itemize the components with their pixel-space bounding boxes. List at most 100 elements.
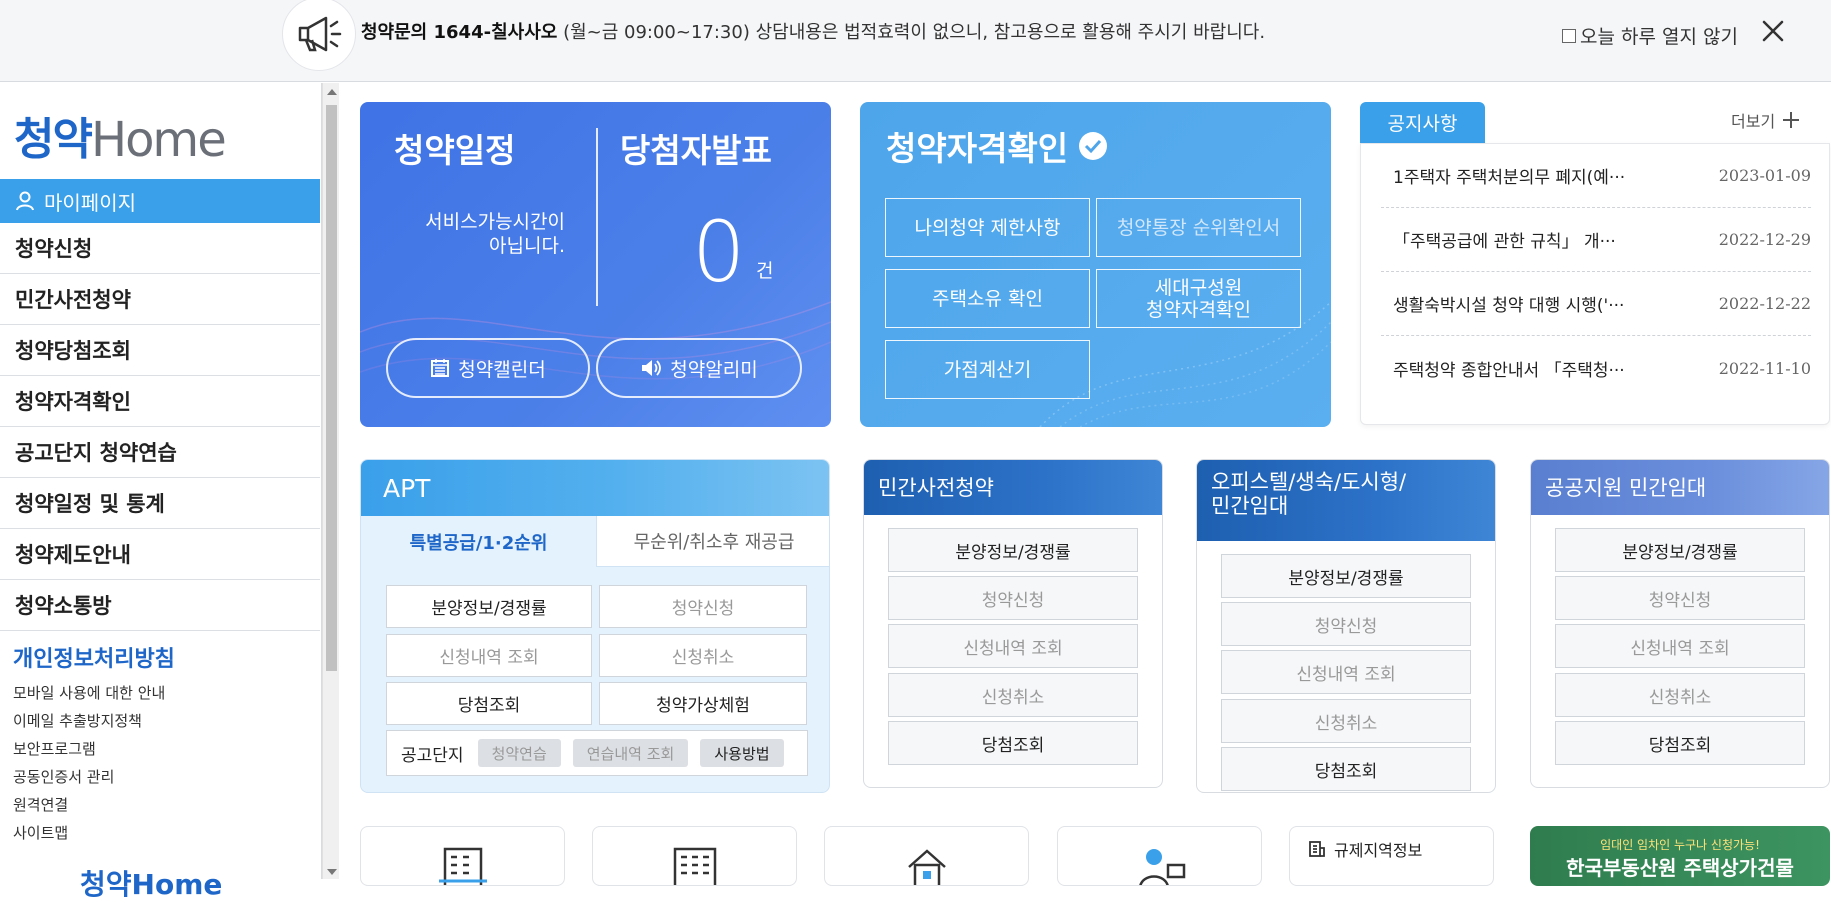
quick-tile-1[interactable] — [360, 826, 565, 886]
practice-history-button[interactable]: 연습내역 조회 — [572, 739, 689, 767]
service-line1: 서비스가능시간이 — [425, 211, 565, 233]
sidebar-bottom-logo: 청약Home — [80, 868, 223, 901]
notice-title[interactable]: 생활숙박시설 청약 대행 시행('··· — [1381, 291, 1624, 316]
notice-title[interactable]: 「주택공급에 관한 규칙」 개··· — [1381, 227, 1616, 252]
dont-show-label: 오늘 하루 열지 않기 — [1580, 26, 1738, 48]
house-ownership-button[interactable]: 주택소유 확인 — [885, 269, 1090, 328]
sidebar-scrollbar[interactable] — [322, 83, 339, 879]
practice-button[interactable]: 청약연습 — [477, 739, 561, 767]
person-icon — [16, 191, 34, 211]
sublink-certificate[interactable]: 공동인증서 관리 — [13, 763, 165, 791]
apt-card: APT 특별공급/1·2순위 무순위/취소후 재공급 분양정보/경쟁률 청약신청… — [360, 459, 830, 793]
logo-english: Home — [90, 112, 227, 168]
apt-simulation-button[interactable]: 청약가상체험 — [599, 682, 807, 725]
consultant-icon — [1139, 849, 1186, 885]
apt-cancel-button[interactable]: 신청취소 — [599, 634, 807, 677]
alert-button-label: 청약알리미 — [670, 358, 758, 381]
sidebar-item-community[interactable]: 청약소통방 — [0, 580, 320, 631]
notice-title[interactable]: 1주택자 주택처분의무 폐지(예··· — [1381, 163, 1625, 188]
notice-title[interactable]: 주택청약 종합안내서 「주택청··· — [1381, 356, 1625, 381]
household-eligibility-button[interactable]: 세대구성원 청약자격확인 — [1096, 269, 1301, 328]
account-rank-button[interactable]: 청약통장 순위확인서 — [1096, 198, 1301, 257]
tab-notices[interactable]: 공지사항 — [1360, 102, 1485, 143]
apt-history-button[interactable]: 신청내역 조회 — [386, 634, 592, 677]
winner-button[interactable]: 당첨조회 — [1555, 721, 1805, 765]
sidebar-item-practice[interactable]: 공고단지 청약연습 — [0, 427, 320, 478]
winner-count: 0 — [692, 203, 746, 301]
region-info-text: 규제지역정보 — [1334, 841, 1423, 860]
eligibility-title-label: 청약자격확인 — [886, 129, 1069, 168]
sidebar-item-winner-check[interactable]: 청약당첨조회 — [0, 325, 320, 376]
sales-info-button[interactable]: 분양정보/경쟁률 — [1555, 528, 1805, 572]
promo-banner[interactable]: 임대인 임차인 누구나 신청가능! 한국부동산원 주택상가건물 — [1530, 826, 1830, 886]
winner-button[interactable]: 당첨조회 — [888, 721, 1138, 765]
how-to-use-button[interactable]: 사용방법 — [700, 739, 784, 767]
schedule-panel: 청약일정 당첨자발표 서비스가능시간이 아닙니다. 0 건 청약캘린더 청약알리… — [360, 102, 831, 427]
scroll-up-icon[interactable] — [327, 89, 337, 95]
my-restrictions-button[interactable]: 나의청약 제한사항 — [885, 198, 1090, 257]
history-button[interactable]: 신청내역 조회 — [1221, 650, 1471, 694]
mypage-button[interactable]: 마이페이지 — [0, 179, 320, 223]
tab-unranked-resupply[interactable]: 무순위/취소후 재공급 — [596, 516, 829, 567]
region-info-label[interactable]: 규제지역정보 — [1308, 837, 1422, 861]
history-button[interactable]: 신청내역 조회 — [888, 624, 1138, 668]
region-info-tile[interactable]: 규제지역정보 — [1289, 826, 1494, 886]
scroll-down-icon[interactable] — [327, 869, 337, 875]
public-rental-card: 공공지원 민간임대 분양정보/경쟁률 청약신청 신청내역 조회 신청취소 당첨조… — [1530, 459, 1830, 788]
list-item[interactable]: 주택청약 종합안내서 「주택청··· 2022-11-10 — [1381, 336, 1811, 400]
winner-title[interactable]: 당첨자발표 — [620, 124, 772, 172]
more-button[interactable]: 더보기 — [1731, 108, 1801, 132]
sales-info-button[interactable]: 분양정보/경쟁률 — [1221, 554, 1471, 598]
sidebar-item-schedule-stats[interactable]: 청약일정 및 통계 — [0, 478, 320, 529]
sidebar-item-apply[interactable]: 청약신청 — [0, 223, 320, 274]
apt-winner-button[interactable]: 당첨조회 — [386, 682, 592, 725]
privacy-policy-link[interactable]: 개인정보처리방침 — [13, 641, 175, 673]
apt-sales-info-button[interactable]: 분양정보/경쟁률 — [386, 585, 592, 628]
eligibility-title[interactable]: 청약자격확인 — [886, 122, 1108, 170]
notice-list: 1주택자 주택처분의무 폐지(예··· 2023-01-09 「주택공급에 관한… — [1360, 143, 1830, 425]
calendar-button[interactable]: 청약캘린더 — [386, 338, 590, 398]
site-logo[interactable]: 청약 Home — [14, 112, 227, 168]
sublink-mobile[interactable]: 모바일 사용에 대한 안내 — [13, 679, 165, 707]
apply-button[interactable]: 청약신청 — [1221, 602, 1471, 646]
notice-phone: 청약문의 1644-칠사사오 — [361, 22, 558, 43]
quick-tile-2[interactable] — [592, 826, 797, 886]
service-line2: 아닙니다. — [489, 235, 565, 257]
cancel-button[interactable]: 신청취소 — [1221, 699, 1471, 743]
quick-tile-4[interactable] — [1057, 826, 1262, 886]
list-item[interactable]: 「주택공급에 관한 규칙」 개··· 2022-12-29 — [1381, 208, 1811, 272]
calendar-icon — [431, 359, 450, 377]
quick-tile-3[interactable] — [824, 826, 1029, 886]
sidebar-item-guide[interactable]: 청약제도안내 — [0, 529, 320, 580]
winner-button[interactable]: 당첨조회 — [1221, 747, 1471, 791]
household-line1: 세대구성원 — [1154, 276, 1243, 299]
cancel-button[interactable]: 신청취소 — [1555, 673, 1805, 717]
sales-info-button[interactable]: 분양정보/경쟁률 — [888, 528, 1138, 572]
sublink-email-policy[interactable]: 이메일 추출방지정책 — [13, 707, 165, 735]
sidebar-item-private-pre-sale[interactable]: 민간사전청약 — [0, 274, 320, 325]
apt-apply-button[interactable]: 청약신청 — [599, 585, 807, 628]
apply-button[interactable]: 청약신청 — [1555, 576, 1805, 620]
list-item[interactable]: 1주택자 주택처분의무 폐지(예··· 2023-01-09 — [1381, 144, 1811, 208]
scrollbar-thumb[interactable] — [326, 105, 337, 671]
list-item[interactable]: 생활숙박시설 청약 대행 시행('··· 2022-12-22 — [1381, 272, 1811, 336]
tab-special-supply[interactable]: 특별공급/1·2순위 — [361, 516, 596, 567]
apply-button[interactable]: 청약신청 — [888, 576, 1138, 620]
house-icon — [908, 849, 946, 885]
plus-icon — [1783, 112, 1800, 128]
close-icon[interactable] — [1758, 16, 1788, 46]
card-title: 공공지원 민간임대 — [1531, 460, 1829, 515]
schedule-title[interactable]: 청약일정 — [394, 124, 515, 172]
private-pre-sale-card: 민간사전청약 분양정보/경쟁률 청약신청 신청내역 조회 신청취소 당첨조회 — [863, 459, 1163, 788]
alert-button[interactable]: 청약알리미 — [596, 338, 802, 398]
sublink-remote[interactable]: 원격연결 — [13, 791, 165, 819]
dont-show-checkbox[interactable] — [1562, 28, 1576, 43]
cancel-button[interactable]: 신청취소 — [888, 673, 1138, 717]
sublink-sitemap[interactable]: 사이트맵 — [13, 819, 165, 847]
dont-show-today[interactable]: 오늘 하루 열지 않기 — [1562, 22, 1738, 49]
sidebar-item-eligibility[interactable]: 청약자격확인 — [0, 376, 320, 427]
sublink-security[interactable]: 보안프로그램 — [13, 735, 165, 763]
megaphone-icon — [282, 0, 356, 71]
score-calculator-button[interactable]: 가점계산기 — [885, 340, 1090, 399]
history-button[interactable]: 신청내역 조회 — [1555, 624, 1805, 668]
